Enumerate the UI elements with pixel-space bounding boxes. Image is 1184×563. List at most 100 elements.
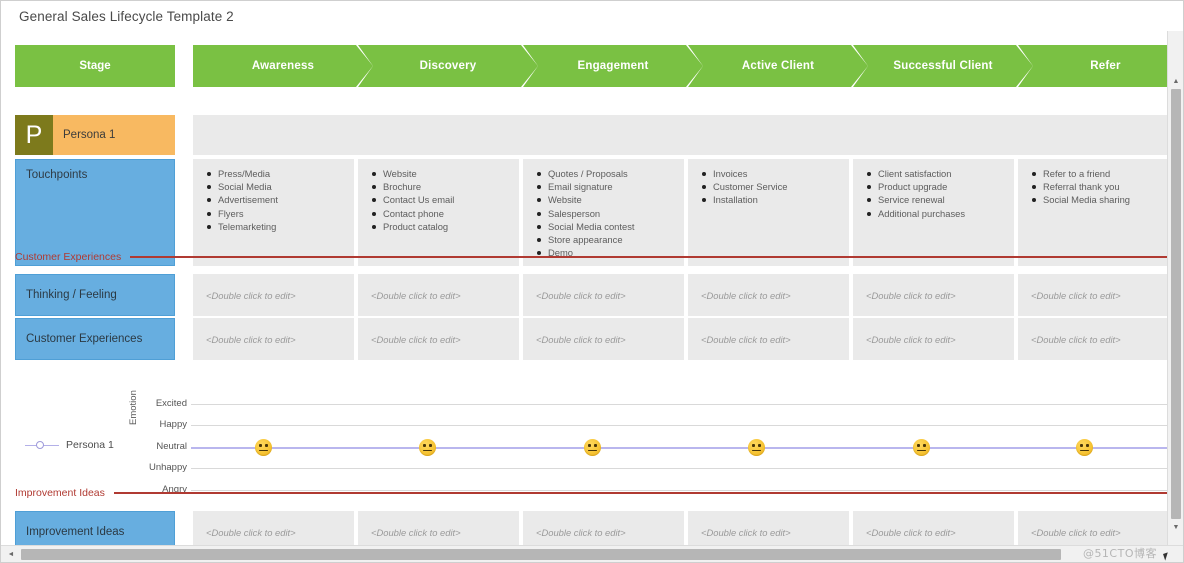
mouth-neutral [1080,449,1089,452]
eye-left [917,444,920,448]
cell-experience-successful-client[interactable]: <Double click to edit> [853,318,1014,360]
emotion-point-awareness[interactable] [255,439,272,456]
row-label-thinking-feeling[interactable]: Thinking / Feeling [15,274,175,316]
placeholder-text: <Double click to edit> [371,526,461,538]
list-item: Invoices [702,169,849,179]
cell-improvement-discovery[interactable]: <Double click to edit> [358,511,519,547]
placeholder-text: <Double click to edit> [1031,289,1121,301]
stage-chevron-engagement[interactable]: Engagement [523,45,703,87]
cell-thinking-refer[interactable]: <Double click to edit> [1018,274,1169,316]
stage-header-label: Stage [15,45,175,87]
eye-right [923,444,926,448]
touchpoints-label: Touchpoints [26,169,88,181]
stage-header-text: Stage [79,60,111,72]
eye-right [758,444,761,448]
legend-label: Persona 1 [66,439,114,451]
section-label: Customer Experiences [15,251,122,263]
cell-thinking-active-client[interactable]: <Double click to edit> [688,274,849,316]
emotion-point-refer[interactable] [1076,439,1093,456]
cell-thinking-awareness[interactable]: <Double click to edit> [193,274,354,316]
row-label-text: Customer Experiences [26,333,143,345]
list-item: Service renewal [867,195,1014,205]
list-item: Contact phone [372,208,519,219]
touchpoints-list: Refer to a friend Referral thank you Soc… [1032,169,1169,205]
list-item: Flyers [207,208,354,219]
stage-chevron-active-client[interactable]: Active Client [688,45,868,87]
vertical-scrollbar-thumb[interactable] [1171,89,1181,519]
cell-experience-awareness[interactable]: <Double click to edit> [193,318,354,360]
stage-label: Refer [1090,60,1121,72]
eye-left [1080,444,1083,448]
stage-chevron-awareness[interactable]: Awareness [193,45,373,87]
list-item: Customer Service [702,182,849,192]
stage-chevron-discovery[interactable]: Discovery [358,45,538,87]
cell-improvement-awareness[interactable]: <Double click to edit> [193,511,354,547]
persona-label-cell[interactable]: P Persona 1 [15,115,175,155]
eye-left [423,444,426,448]
cell-improvement-engagement[interactable]: <Double click to edit> [523,511,684,547]
touchpoints-list: Client satisfaction Product upgrade Serv… [867,169,1014,219]
list-item: Social Media [207,182,354,192]
legend-marker-icon [25,440,59,450]
cell-improvement-successful-client[interactable]: <Double click to edit> [853,511,1014,547]
emotion-point-active-client[interactable] [748,439,765,456]
cell-thinking-successful-client[interactable]: <Double click to edit> [853,274,1014,316]
persona-empty-area[interactable] [193,115,1169,155]
section-rule [130,256,1167,258]
horizontal-scrollbar[interactable]: ◄ [1,545,1183,562]
stage-label: Awareness [251,60,315,72]
emotion-point-successful-client[interactable] [913,439,930,456]
persona-row: P Persona 1 [15,115,1169,155]
persona-badge-icon: P [15,115,53,155]
gridline [191,468,1169,469]
scroll-up-icon[interactable]: ▲ [1168,73,1183,89]
emotion-line [191,447,1169,449]
stage-chevron-refer[interactable]: Refer [1018,45,1169,87]
cell-experience-active-client[interactable]: <Double click to edit> [688,318,849,360]
placeholder-text: <Double click to edit> [206,526,296,538]
list-item: Referral thank you [1032,182,1169,192]
cell-thinking-engagement[interactable]: <Double click to edit> [523,274,684,316]
section-label: Improvement Ideas [15,487,105,499]
horizontal-scrollbar-thumb[interactable] [21,549,1061,560]
placeholder-text: <Double click to edit> [536,289,626,301]
title-bar: General Sales Lifecycle Template 2 [1,1,1183,31]
cell-improvement-refer[interactable]: <Double click to edit> [1018,511,1169,547]
row-improvement-ideas: Improvement Ideas <Double click to edit>… [15,511,1169,547]
scroll-down-icon[interactable]: ▼ [1168,519,1183,535]
placeholder-text: <Double click to edit> [701,526,791,538]
eye-right [1086,444,1089,448]
row-label-text: Thinking / Feeling [26,289,117,301]
list-item: Store appearance [537,234,684,245]
scroll-left-icon[interactable]: ◄ [3,546,19,562]
touchpoints-list: Website Brochure Contact Us email Contac… [372,169,519,232]
stage-chevron-successful-client[interactable]: Successful Client [853,45,1033,87]
cell-experience-discovery[interactable]: <Double click to edit> [358,318,519,360]
row-label-text: Improvement Ideas [26,526,125,538]
row-label-improvement-ideas[interactable]: Improvement Ideas [15,511,175,547]
emotion-point-discovery[interactable] [419,439,436,456]
list-item: Contact Us email [372,195,519,205]
touchpoints-list: Invoices Customer Service Installation [702,169,849,205]
stage-label: Discovery [419,60,477,72]
vertical-scrollbar[interactable]: ▲ ▼ [1167,31,1183,547]
list-item: Client satisfaction [867,169,1014,179]
cell-thinking-discovery[interactable]: <Double click to edit> [358,274,519,316]
y-tick-label: Unhappy [148,462,187,473]
mouth-neutral [588,449,597,452]
gridline [191,404,1169,405]
cell-experience-refer[interactable]: <Double click to edit> [1018,318,1169,360]
cell-experience-engagement[interactable]: <Double click to edit> [523,318,684,360]
stage-row: Stage Awareness Discovery Engagement Act… [15,45,1169,87]
eye-right [594,444,597,448]
placeholder-text: <Double click to edit> [701,333,791,345]
mouth-neutral [423,449,432,452]
eye-left [752,444,755,448]
cell-improvement-active-client[interactable]: <Double click to edit> [688,511,849,547]
row-label-customer-experiences[interactable]: Customer Experiences [15,318,175,360]
eye-right [265,444,268,448]
list-item: Quotes / Proposals [537,169,684,179]
placeholder-text: <Double click to edit> [371,289,461,301]
emotion-point-engagement[interactable] [584,439,601,456]
section-improvement-ideas: Improvement Ideas [15,486,1167,500]
